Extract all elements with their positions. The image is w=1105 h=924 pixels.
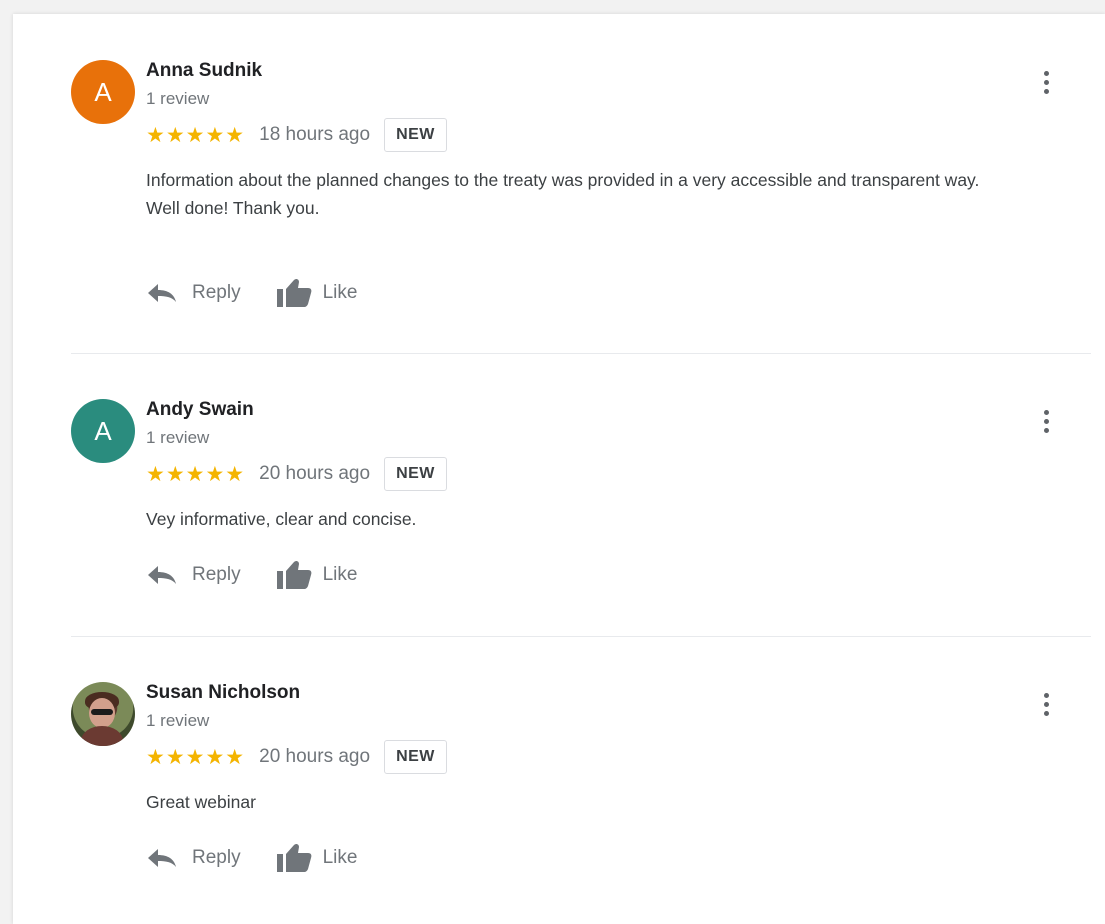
review-actions: Reply Like: [146, 841, 357, 875]
divider: [71, 636, 1091, 637]
review-time: 18 hours ago: [259, 124, 371, 145]
like-label: Like: [322, 847, 358, 868]
review-item: A Anna Sudnik 1 review ★★★★★ 18 hours ag…: [13, 60, 1105, 360]
avatar-letter: A: [94, 415, 112, 446]
avatar[interactable]: [71, 682, 135, 746]
more-vertical-icon: [1043, 70, 1049, 76]
reply-button[interactable]: Reply: [146, 282, 241, 304]
reviewer-name[interactable]: Andy Swain: [146, 399, 254, 421]
like-button[interactable]: Like: [275, 559, 358, 591]
avatar[interactable]: A: [71, 60, 135, 124]
rating-row: ★★★★★ 20 hours ago NEW: [146, 457, 447, 491]
reply-label: Reply: [192, 564, 241, 585]
reply-arrow-icon: [148, 284, 176, 302]
review-text: Great webinar: [146, 788, 1091, 816]
like-label: Like: [322, 564, 358, 585]
thumbs-up-icon: [276, 560, 311, 589]
reviewer-name[interactable]: Anna Sudnik: [146, 60, 262, 82]
review-text-line: Information about the planned changes to…: [146, 170, 980, 190]
reply-button[interactable]: Reply: [146, 564, 241, 586]
review-item: Susan Nicholson 1 review ★★★★★ 20 hours …: [13, 682, 1105, 922]
review-item: A Andy Swain 1 review ★★★★★ 20 hours ago…: [13, 399, 1105, 639]
review-count: 1 review: [146, 89, 210, 108]
reviewer-name[interactable]: Susan Nicholson: [146, 682, 300, 704]
thumbs-up-icon: [276, 278, 311, 307]
reply-label: Reply: [192, 847, 241, 868]
review-actions: Reply Like: [146, 276, 357, 310]
reply-button[interactable]: Reply: [146, 847, 241, 869]
reviews-panel: A Anna Sudnik 1 review ★★★★★ 18 hours ag…: [13, 14, 1105, 924]
more-vertical-icon: [1043, 409, 1049, 415]
star-rating-icon: ★★★★★: [146, 123, 246, 147]
review-text-line: Great webinar: [146, 792, 256, 812]
review-time: 20 hours ago: [259, 463, 371, 484]
avatar-letter: A: [94, 76, 112, 107]
review-time: 20 hours ago: [259, 746, 371, 767]
like-button[interactable]: Like: [275, 842, 358, 874]
rating-row: ★★★★★ 18 hours ago NEW: [146, 118, 447, 152]
divider: [71, 353, 1091, 354]
more-options-button[interactable]: [1031, 401, 1061, 441]
rating-row: ★★★★★ 20 hours ago NEW: [146, 740, 447, 774]
review-text-line: Vey informative, clear and concise.: [146, 509, 417, 529]
more-vertical-icon: [1043, 692, 1049, 698]
star-rating-icon: ★★★★★: [146, 462, 246, 486]
review-count: 1 review: [146, 428, 210, 447]
like-button[interactable]: Like: [275, 277, 358, 309]
reply-arrow-icon: [148, 566, 176, 584]
new-badge: NEW: [384, 457, 447, 491]
more-options-button[interactable]: [1031, 684, 1061, 724]
thumbs-up-icon: [276, 843, 311, 872]
new-badge: NEW: [384, 740, 447, 774]
review-actions: Reply Like: [146, 558, 357, 592]
reply-label: Reply: [192, 282, 241, 303]
review-text: Vey informative, clear and concise.: [146, 505, 1091, 533]
like-label: Like: [322, 282, 358, 303]
review-count: 1 review: [146, 711, 210, 730]
review-text-line: Well done! Thank you.: [146, 198, 320, 218]
more-options-button[interactable]: [1031, 62, 1061, 102]
star-rating-icon: ★★★★★: [146, 745, 246, 769]
reply-arrow-icon: [148, 849, 176, 867]
new-badge: NEW: [384, 118, 447, 152]
review-text: Information about the planned changes to…: [146, 166, 1091, 222]
avatar[interactable]: A: [71, 399, 135, 463]
